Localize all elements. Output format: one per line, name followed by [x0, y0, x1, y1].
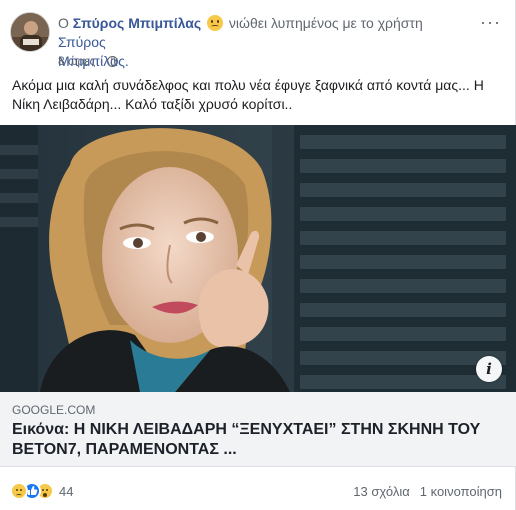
sad-reaction-icon	[10, 482, 28, 500]
info-icon[interactable]: i	[476, 356, 502, 382]
engagement-stats: 13 σχόλια 1 κοινοποίηση	[353, 484, 502, 499]
reaction-count[interactable]: 44	[59, 484, 73, 499]
meta-separator: ·	[99, 54, 104, 68]
post-text: Ακόμα μια καλή συνάδελφος και πολυ νέα έ…	[12, 77, 484, 112]
author-name-link[interactable]: Σπύρος Μπιμπίλας	[73, 15, 201, 31]
shares-count-link[interactable]: 1 κοινοποίηση	[420, 484, 502, 499]
header-prefix: Ο	[58, 15, 69, 31]
author-avatar[interactable]	[10, 12, 50, 52]
comments-count-link[interactable]: 13 σχόλια	[353, 484, 409, 499]
link-preview-box[interactable]: GOOGLE.COM Εικόνα: Η ΝΙΚΗ ΛΕΙΒΑΔΑΡΗ “ΞΕΝ…	[0, 392, 516, 467]
reactions-summary[interactable]: 44	[10, 482, 73, 500]
avatar-image	[11, 13, 49, 51]
post-timestamp[interactable]: 8 ώρες	[58, 54, 95, 68]
woman-portrait-photo	[0, 125, 516, 392]
facebook-post: Ο Σπύρος Μπιμπίλας νιώθει λυπημένος με τ…	[0, 0, 516, 510]
post-meta: 8 ώρες ·	[58, 54, 119, 68]
more-options-button[interactable]: ···	[480, 12, 501, 33]
tagged-user-link-first[interactable]: Σπύρος	[58, 34, 106, 50]
link-headline[interactable]: Εικόνα: Η ΝΙΚΗ ΛΕΙΒΑΔΑΡΗ “ΞΕΝΥΧΤΑΕΙ” ΣΤΗ…	[12, 420, 502, 460]
link-source: GOOGLE.COM	[12, 403, 96, 417]
post-footer: 44 13 σχόλια 1 κοινοποίηση	[0, 478, 516, 506]
globe-icon[interactable]	[107, 55, 119, 67]
link-preview-image[interactable]: i	[0, 125, 516, 392]
feeling-text: νιώθει λυπημένος με το χρήστη	[228, 15, 423, 31]
sad-face-icon	[207, 15, 224, 31]
